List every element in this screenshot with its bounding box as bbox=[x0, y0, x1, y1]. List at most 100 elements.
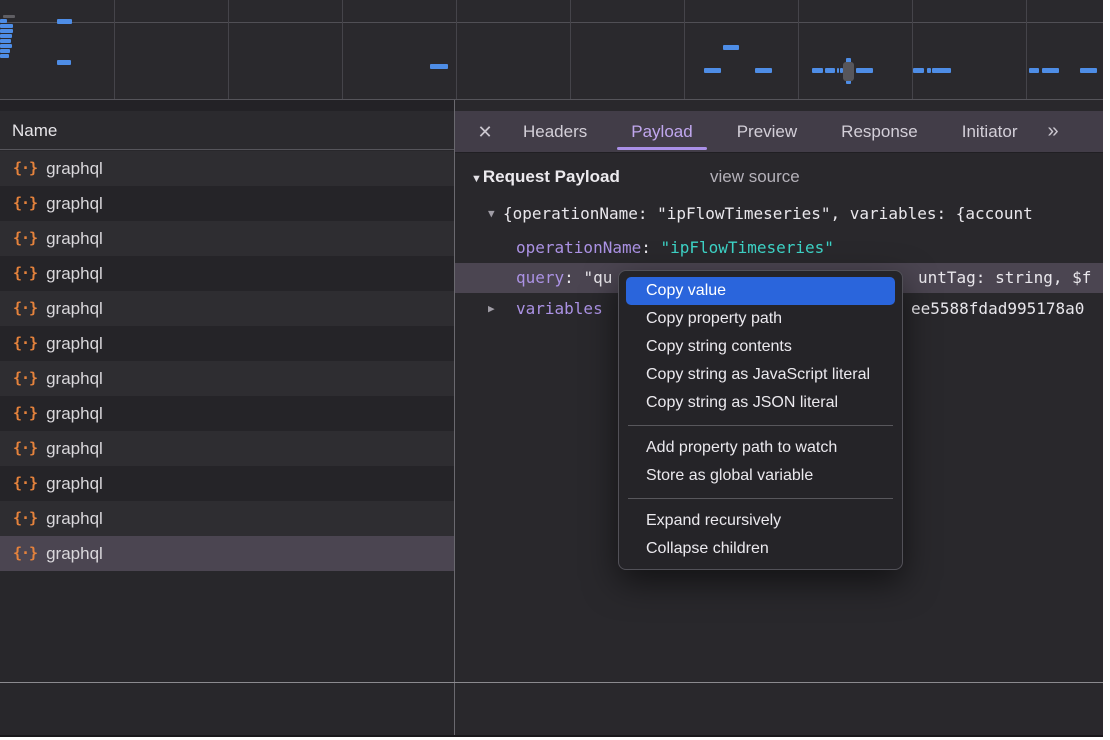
query-text-start: query: "qu bbox=[516, 263, 612, 293]
request-row-graphql[interactable]: {·} graphql bbox=[0, 291, 454, 326]
request-timing-bar bbox=[1029, 68, 1039, 73]
tab-response[interactable]: Response bbox=[825, 112, 934, 152]
request-row-graphql[interactable]: {·}graphql bbox=[0, 431, 454, 466]
request-row-graphql[interactable]: {·} graphql bbox=[0, 396, 454, 431]
devtools-window: Name {·} graphql {·} graphql {·} graphql {·} gr… bbox=[0, 0, 1103, 737]
request-name-label: graphql bbox=[46, 544, 103, 564]
request-name-label: graphql bbox=[46, 334, 103, 354]
network-overview-timeline[interactable] bbox=[0, 0, 1103, 100]
request-row-graphql[interactable]: {·}graphql bbox=[0, 151, 454, 186]
request-timing-bar bbox=[0, 19, 7, 23]
overview-hover-marker bbox=[843, 62, 854, 81]
request-row-graphql[interactable]: {·} graphql bbox=[0, 466, 454, 501]
payload-section-header: ▼Request Payload view source bbox=[455, 164, 1103, 190]
request-name-label: graphql bbox=[46, 264, 103, 284]
request-row-graphql[interactable]: {·} graphql bbox=[0, 361, 454, 396]
more-tabs-icon[interactable]: » bbox=[1047, 120, 1056, 143]
request-name-label: graphql bbox=[46, 299, 103, 319]
request-timing-bar bbox=[913, 68, 924, 73]
tab-response-label: Response bbox=[841, 122, 918, 141]
menu-item-store-as-global-variable[interactable]: Store as global variable bbox=[626, 462, 895, 490]
request-row-graphql[interactable]: {·}graphql bbox=[0, 256, 454, 291]
json-braces-icon: {·} bbox=[13, 404, 37, 422]
tab-preview-label: Preview bbox=[737, 122, 797, 141]
overview-gridline bbox=[798, 0, 799, 99]
payload-root-line[interactable]: ▼ {operationName: "ipFlowTimeseries", va… bbox=[455, 200, 1103, 228]
tab-headers-label: Headers bbox=[523, 122, 587, 141]
variables-text-end: ee5588fdad995178a0 bbox=[911, 295, 1084, 323]
request-row-graphql[interactable]: {·} graphql bbox=[0, 536, 454, 571]
overview-gridline bbox=[228, 0, 229, 99]
request-timing-bar bbox=[0, 54, 9, 58]
request-name-label: graphql bbox=[46, 509, 103, 529]
root-preview-text: {operationName: "ipFlowTimeseries", vari… bbox=[503, 200, 1033, 228]
request-row-graphql[interactable]: {·}graphql bbox=[0, 186, 454, 221]
menu-item-collapse-children[interactable]: Collapse children bbox=[626, 535, 895, 563]
json-braces-icon: {·} bbox=[13, 509, 37, 527]
request-row-graphql[interactable]: {·} graphql bbox=[0, 326, 454, 361]
request-timing-bar bbox=[723, 45, 739, 50]
request-timing-bar bbox=[0, 44, 12, 48]
request-timing-bar bbox=[704, 68, 721, 73]
root-expander-icon[interactable]: ▼ bbox=[488, 200, 495, 228]
menu-item-expand-recursively[interactable]: Expand recursively bbox=[626, 507, 895, 535]
request-name-label: graphql bbox=[46, 474, 103, 494]
request-timing-bar bbox=[57, 19, 72, 24]
tab-headers[interactable]: Headers bbox=[507, 112, 603, 152]
request-timing-bar bbox=[812, 68, 823, 73]
request-timing-bar bbox=[1080, 68, 1097, 73]
menu-item-copy-value[interactable]: Copy value bbox=[626, 277, 895, 305]
overview-gridline bbox=[114, 0, 115, 99]
view-source-link[interactable]: view source bbox=[710, 164, 800, 190]
request-timing-bar bbox=[927, 68, 931, 73]
menu-item-add-property-path-to-watch[interactable]: Add property path to watch bbox=[626, 434, 895, 462]
json-braces-icon: {·} bbox=[13, 544, 37, 562]
section-expander-icon[interactable]: ▼ bbox=[471, 166, 482, 192]
json-braces-icon: {·} bbox=[13, 334, 37, 352]
request-name-label: graphql bbox=[46, 369, 103, 389]
overview-gridline bbox=[456, 0, 457, 99]
query-text-end: untTag: string, $f bbox=[918, 263, 1091, 293]
menu-item-copy-property-path[interactable]: Copy property path bbox=[626, 305, 895, 333]
request-row-graphql[interactable]: {·} graphql bbox=[0, 221, 454, 256]
menu-separator bbox=[628, 498, 893, 499]
tab-payload[interactable]: Payload bbox=[615, 112, 708, 152]
overview-gridline bbox=[342, 0, 343, 99]
request-timing-bar bbox=[57, 60, 71, 65]
menu-item-copy-string-js-literal[interactable]: Copy string as JavaScript literal bbox=[626, 361, 895, 389]
overview-horizontal-gridline bbox=[0, 22, 1103, 23]
request-timing-bar bbox=[430, 64, 448, 69]
request-name-label: graphql bbox=[46, 229, 103, 249]
overview-gridline bbox=[570, 0, 571, 99]
request-row-graphql[interactable]: {·} graphql bbox=[0, 501, 454, 536]
json-braces-icon: {·} bbox=[13, 369, 37, 387]
json-braces-icon: {·} bbox=[13, 229, 37, 247]
menu-item-copy-string-contents[interactable]: Copy string contents bbox=[626, 333, 895, 361]
overview-gridline bbox=[684, 0, 685, 99]
name-column-header[interactable]: Name bbox=[0, 111, 454, 150]
request-timing-bar bbox=[825, 68, 835, 73]
operation-name-text: operationName: "ipFlowTimeseries" bbox=[516, 234, 834, 262]
tab-preview[interactable]: Preview bbox=[721, 112, 813, 152]
json-braces-icon: {·} bbox=[13, 439, 37, 457]
request-name-label: graphql bbox=[46, 404, 103, 424]
payload-section-title[interactable]: ▼Request Payload bbox=[471, 164, 620, 192]
menu-separator bbox=[628, 425, 893, 426]
variables-expander-icon[interactable]: ▶ bbox=[488, 295, 495, 323]
request-timing-bar bbox=[755, 68, 772, 73]
menu-item-copy-string-json-literal[interactable]: Copy string as JSON literal bbox=[626, 389, 895, 417]
payload-title-text: Request Payload bbox=[483, 167, 620, 186]
variables-key-text: variables bbox=[516, 295, 603, 323]
json-braces-icon: {·} bbox=[13, 474, 37, 492]
request-name-label: graphql bbox=[46, 194, 103, 214]
request-timing-bar bbox=[1042, 68, 1059, 73]
payload-operation-name-line[interactable]: operationName: "ipFlowTimeseries" bbox=[455, 234, 1103, 262]
context-menu: Copy value Copy property path Copy strin… bbox=[618, 270, 903, 570]
active-tab-underline bbox=[617, 147, 706, 150]
close-icon[interactable]: ✕ bbox=[475, 123, 495, 141]
json-braces-icon: {·} bbox=[13, 159, 37, 177]
network-request-list: Name {·} graphql {·} graphql {·} graphql {·} gr… bbox=[0, 111, 454, 735]
tab-initiator[interactable]: Initiator bbox=[946, 112, 1034, 152]
json-braces-icon: {·} bbox=[13, 299, 37, 317]
request-timing-bar bbox=[0, 49, 10, 53]
